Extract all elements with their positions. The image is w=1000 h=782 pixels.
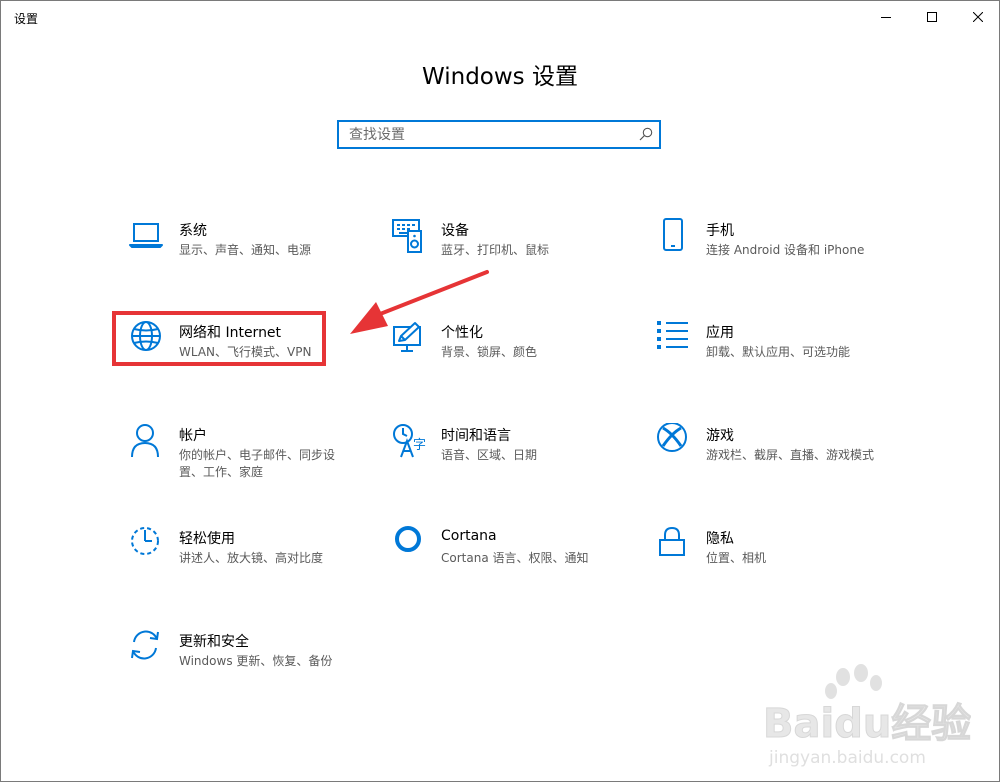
xbox-icon	[657, 423, 687, 452]
annotation-arrow	[350, 270, 489, 334]
close-button[interactable]	[955, 1, 999, 33]
tile-gaming[interactable]: 游戏 游戏栏、截屏、直播、游戏模式	[656, 423, 886, 493]
maximize-button[interactable]	[909, 1, 955, 33]
tile-update-security[interactable]: 更新和安全 Windows 更新、恢复、备份	[129, 629, 359, 699]
tile-name: 系统	[179, 223, 207, 239]
watermark-brand: Baidu经验	[763, 701, 971, 747]
tile-name: 时间和语言	[441, 428, 511, 444]
tile-cortana[interactable]: Cortana Cortana 语言、权限、通知	[391, 526, 621, 596]
time-language-icon: 字	[393, 424, 426, 458]
cortana-icon	[395, 526, 421, 552]
tile-system[interactable]: 系统 显示、声音、通知、电源	[129, 218, 359, 288]
tile-desc: 显示、声音、通知、电源	[179, 243, 312, 257]
tile-name: 隐私	[706, 531, 734, 547]
tile-name: 轻松使用	[179, 531, 235, 547]
tile-name: 游戏	[706, 428, 734, 444]
lock-icon	[659, 526, 685, 556]
window-title: 设置	[14, 12, 39, 26]
settings-window: 设置 Windows 设置 系统 显示、声音、通知、电源	[0, 0, 1000, 782]
tile-desc: 蓝牙、打印机、鼠标	[441, 243, 550, 257]
paw-icon	[825, 664, 882, 699]
tile-ease-of-access[interactable]: 轻松使用 讲述人、放大镜、高对比度	[129, 526, 359, 596]
highlight-box	[112, 311, 326, 366]
tile-desc: 你的帐户、电子邮件、同步设置、工作、家庭	[179, 448, 336, 479]
tile-time-language[interactable]: 字 时间和语言 语音、区域、日期	[391, 423, 621, 493]
apps-list-icon	[657, 321, 688, 349]
tile-desc: 语音、区域、日期	[441, 448, 538, 462]
tile-name: 设备	[441, 223, 469, 239]
tile-desc: 卸载、默认应用、可选功能	[706, 345, 851, 359]
devices-icon	[392, 219, 422, 253]
tile-name: 手机	[706, 223, 734, 239]
tile-apps[interactable]: 应用 卸载、默认应用、可选功能	[656, 320, 886, 390]
baidu-jingyan-watermark: Baidu经验 jingyan.baidu.com	[763, 664, 971, 768]
tile-name: 应用	[706, 325, 734, 341]
tile-name: 帐户	[179, 428, 207, 444]
maximize-icon	[927, 12, 937, 22]
search-icon[interactable]	[639, 127, 653, 141]
tile-desc: 背景、锁屏、颜色	[441, 345, 538, 359]
tile-desc: 位置、相机	[706, 551, 767, 565]
tile-desc: Windows 更新、恢复、备份	[179, 654, 333, 668]
minimize-icon	[881, 17, 891, 18]
tile-phone[interactable]: 手机 连接 Android 设备和 iPhone	[656, 218, 886, 288]
page-title: Windows 设置	[422, 64, 578, 90]
watermark-url: jingyan.baidu.com	[768, 748, 926, 768]
tile-desc: 讲述人、放大镜、高对比度	[179, 551, 324, 565]
phone-icon	[663, 218, 683, 251]
svg-text:字: 字	[413, 438, 426, 453]
laptop-icon	[129, 223, 163, 248]
tile-privacy[interactable]: 隐私 位置、相机	[656, 526, 886, 596]
minimize-button[interactable]	[863, 1, 909, 33]
close-icon	[973, 12, 983, 22]
tile-desc: 连接 Android 设备和 iPhone	[706, 243, 865, 257]
search-input[interactable]	[339, 122, 639, 147]
sync-icon	[131, 630, 159, 660]
tile-name: Cortana	[441, 528, 497, 544]
tile-name: 更新和安全	[179, 634, 249, 650]
title-bar[interactable]: 设置	[1, 1, 999, 33]
tile-desc: Cortana 语言、权限、通知	[441, 551, 589, 565]
tile-desc: 游戏栏、截屏、直播、游戏模式	[706, 448, 875, 462]
search-box[interactable]	[337, 120, 661, 149]
ease-of-access-icon	[131, 527, 159, 555]
tile-accounts[interactable]: 帐户 你的帐户、电子邮件、同步设置、工作、家庭	[129, 423, 359, 493]
person-icon	[131, 424, 159, 458]
